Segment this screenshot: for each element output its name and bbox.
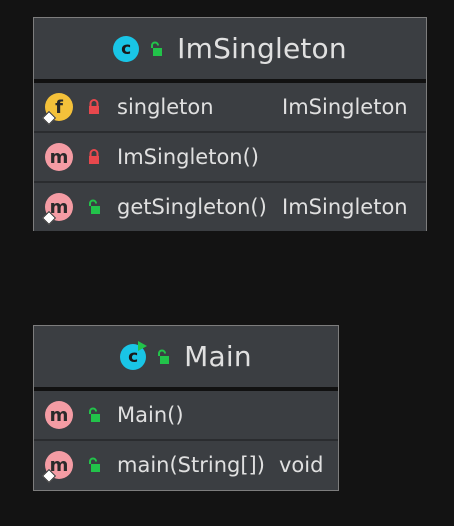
- public-lock-icon: [151, 41, 163, 56]
- public-lock-icon: [89, 199, 100, 214]
- class-icon: c: [113, 35, 140, 62]
- class-box-main[interactable]: c Main m Main() m main(String[]) void: [33, 325, 339, 491]
- member-name: singleton: [117, 95, 214, 119]
- run-marker-icon: [138, 340, 148, 351]
- member-row[interactable]: m Main(): [34, 391, 338, 441]
- member-type: ImSingleton: [282, 195, 408, 219]
- public-lock-icon: [158, 349, 170, 364]
- member-row[interactable]: m main(String[]) void: [34, 441, 338, 489]
- class-header: c Main: [34, 326, 338, 391]
- private-lock-icon: [89, 149, 99, 164]
- method-icon: m: [45, 401, 73, 429]
- member-name: main(String[]): [117, 453, 265, 477]
- member-row[interactable]: m ImSingleton(): [34, 133, 426, 183]
- class-name: Main: [184, 340, 252, 373]
- method-icon: m: [45, 143, 73, 171]
- member-name: ImSingleton(): [117, 145, 259, 169]
- public-lock-icon: [89, 457, 100, 472]
- class-header: c ImSingleton: [34, 18, 426, 83]
- member-name: getSingleton(): [117, 195, 267, 219]
- private-lock-icon: [89, 99, 99, 114]
- class-name: ImSingleton: [177, 32, 347, 65]
- member-row[interactable]: f singleton ImSingleton: [34, 83, 426, 133]
- public-lock-icon: [89, 407, 100, 422]
- class-box-imsingleton[interactable]: c ImSingleton f singleton ImSingleton m …: [33, 17, 427, 231]
- member-name: Main(): [117, 403, 184, 427]
- member-row[interactable]: m getSingleton() ImSingleton: [34, 183, 426, 231]
- member-type: void: [279, 453, 324, 477]
- member-type: ImSingleton: [282, 95, 408, 119]
